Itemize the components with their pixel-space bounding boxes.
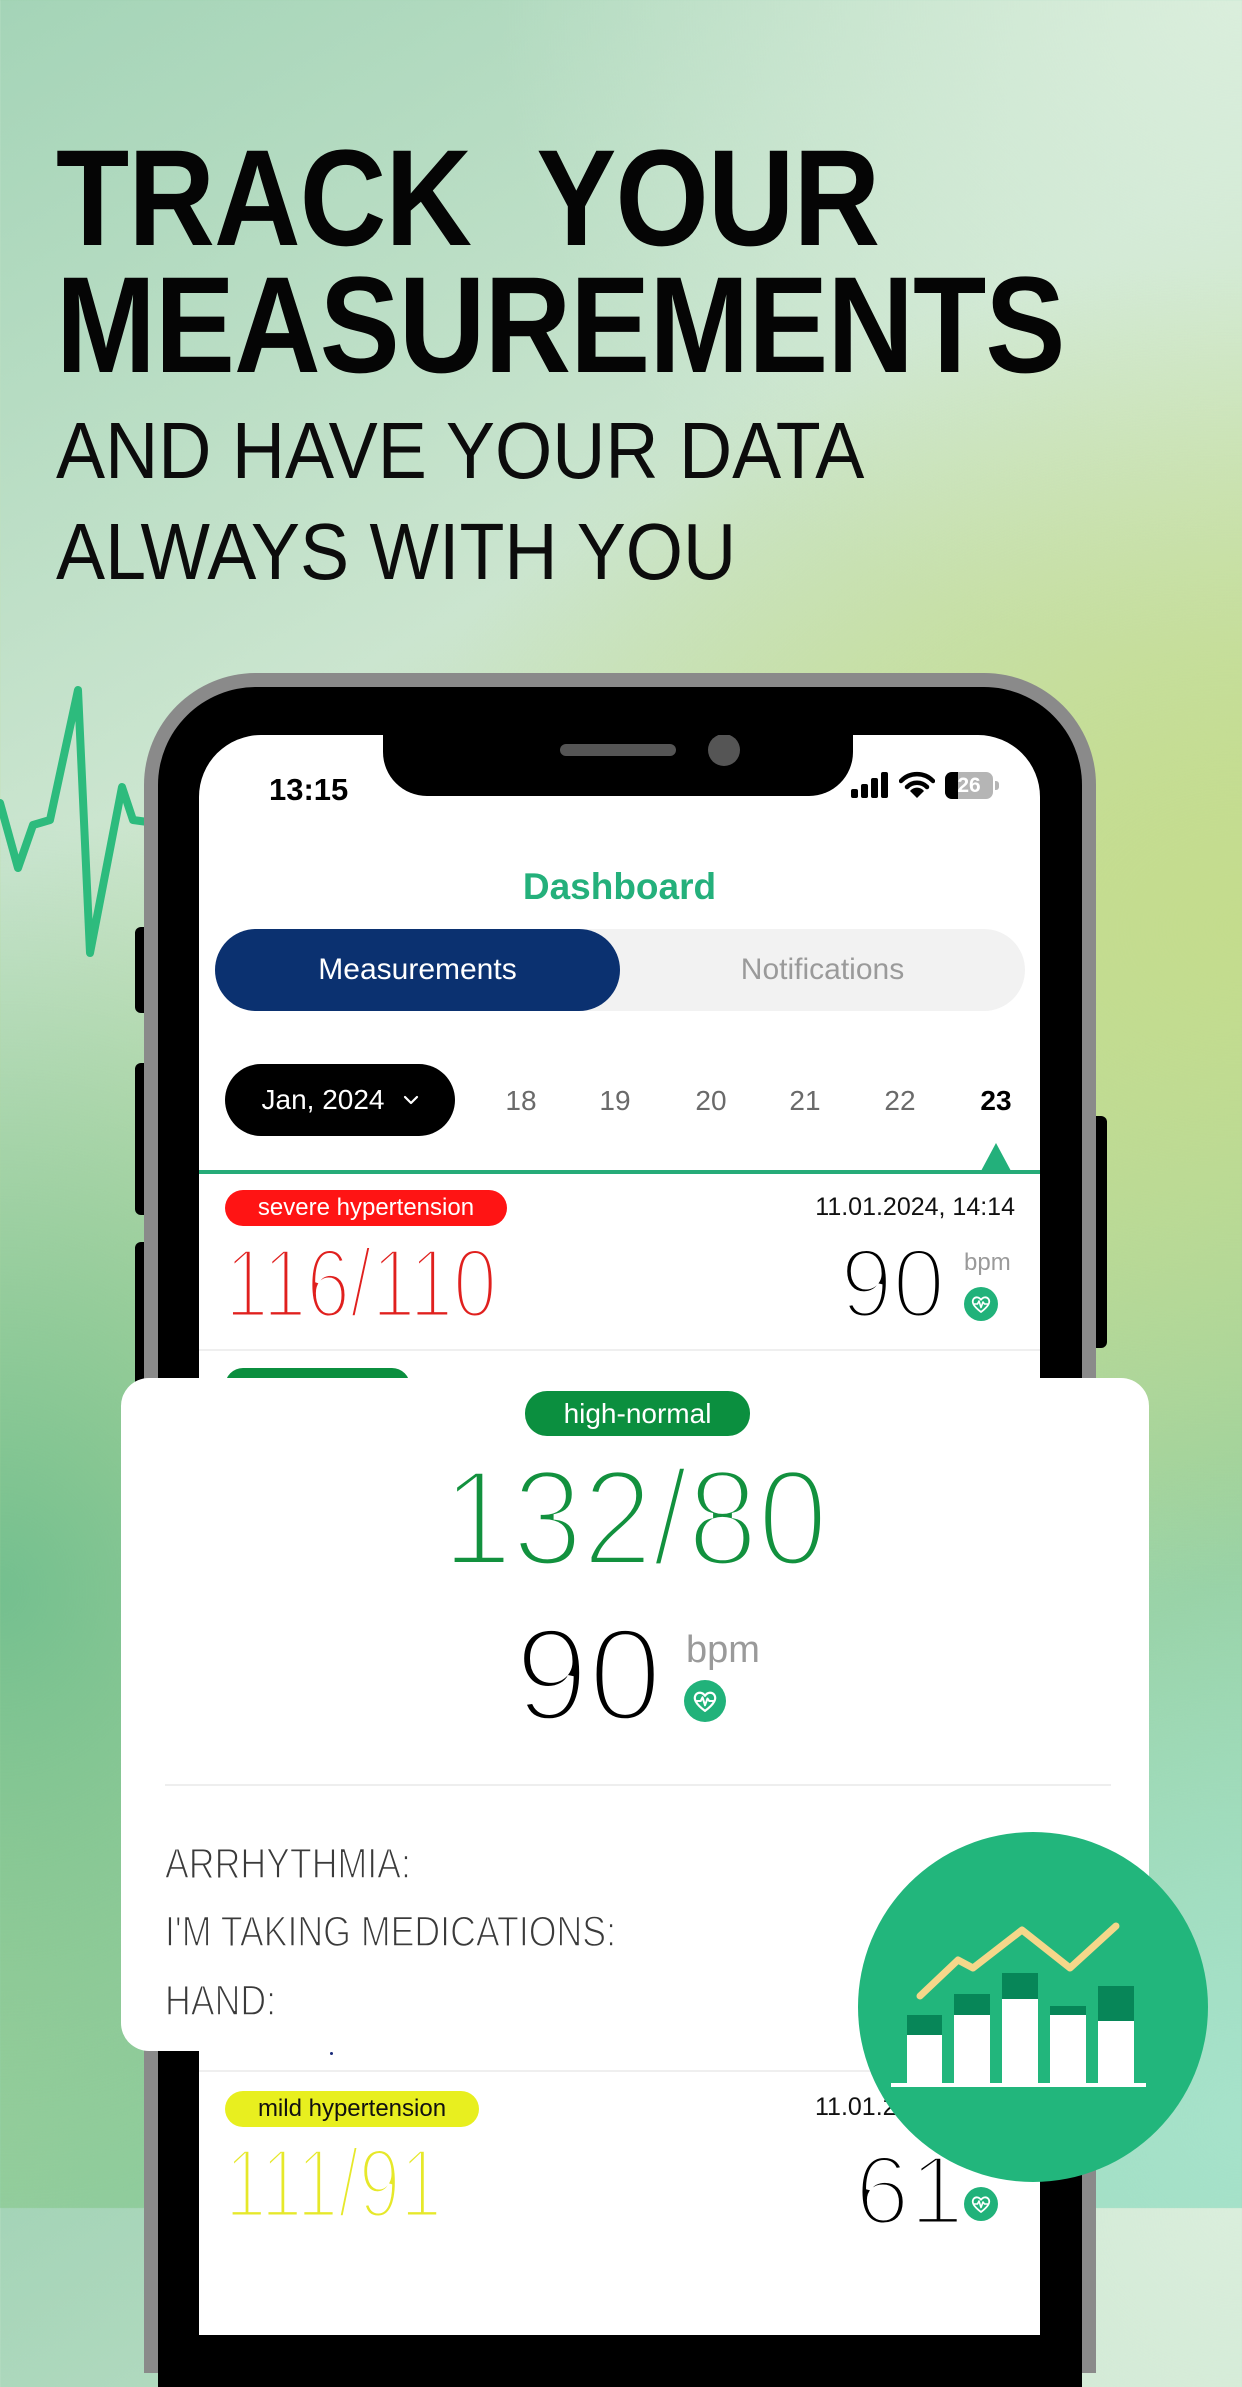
tab-switcher: Measurements Notifications — [215, 929, 1025, 1011]
status-time: 13:15 — [269, 772, 349, 807]
dot — [330, 2052, 333, 2055]
ecg-line-icon — [0, 686, 159, 957]
field-arrhythmia: ARRHYTHMIA: — [164, 1840, 411, 1888]
page-title: Dashboard — [522, 866, 717, 907]
timeline-divider — [199, 1170, 1040, 1174]
battery-level: 26 — [957, 773, 981, 797]
month-selector-label: Jan, 2024 — [261, 1084, 385, 1115]
phone-power-button — [1096, 1116, 1107, 1348]
battery-icon: 26 — [945, 771, 999, 799]
tab-measurements[interactable]: Measurements — [215, 929, 620, 1011]
tab-notifications[interactable]: Notifications — [620, 929, 1025, 1011]
blood-pressure-value: 132/80 — [439, 1442, 830, 1595]
measurement-datetime: 11.01.2024, 14:14 — [815, 1193, 1015, 1221]
field-medications: I'M TAKING MEDICATIONS: — [164, 1908, 616, 1956]
hero-subtitle-line-1: AND HAVE YOUR DATA — [56, 406, 865, 495]
status-icons: 26 — [851, 770, 999, 800]
status-badge: high-normal — [525, 1391, 750, 1436]
heart-rate-icon — [964, 2187, 998, 2221]
wifi-icon — [899, 771, 935, 798]
day-20[interactable]: 20 — [681, 1081, 741, 1121]
pulse-value: 90 — [512, 1601, 665, 1748]
pulse-unit: bpm — [686, 1629, 760, 1671]
front-camera — [708, 735, 740, 766]
pulse-value: 90 — [838, 1228, 947, 1338]
pulse-unit: bpm — [964, 1249, 1011, 1276]
day-18[interactable]: 18 — [491, 1081, 551, 1121]
hero-title-line-1: TRACK YOUR — [56, 122, 880, 275]
day-21[interactable]: 21 — [775, 1081, 835, 1121]
field-hand: HAND: — [164, 1977, 277, 2025]
speaker-grille — [560, 744, 676, 756]
status-badge: severe hypertension — [225, 1190, 507, 1226]
hero-subtitle-line-2: ALWAYS WITH YOU — [56, 507, 737, 596]
heart-rate-icon — [964, 1287, 998, 1321]
month-selector[interactable]: Jan, 2024 — [225, 1064, 455, 1136]
signal-icon — [851, 772, 888, 798]
selected-day-indicator — [981, 1143, 1011, 1171]
blood-pressure-value[interactable]: 116/110 — [223, 1232, 499, 1335]
heart-rate-icon — [684, 1680, 726, 1722]
chevron-down-icon — [403, 1095, 418, 1105]
day-22[interactable]: 22 — [870, 1081, 930, 1121]
day-23-selected[interactable]: 23 — [966, 1081, 1026, 1121]
status-badge: mild hypertension — [225, 2091, 479, 2127]
card-divider — [165, 1784, 1111, 1786]
hero-title-line-2: MEASUREMENTS — [56, 249, 1065, 402]
blood-pressure-value[interactable]: 111/91 — [223, 2132, 444, 2235]
day-19[interactable]: 19 — [585, 1081, 645, 1121]
row-separator — [199, 1349, 1040, 1351]
statistics-chart-icon — [858, 1832, 1208, 2182]
